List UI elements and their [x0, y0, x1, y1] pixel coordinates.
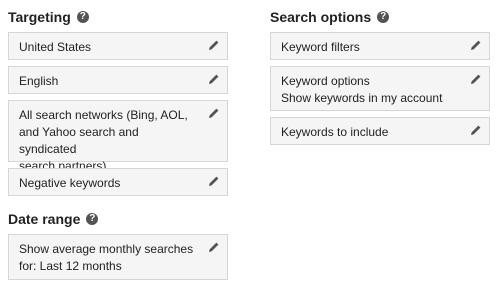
pencil-icon[interactable]: [208, 39, 220, 51]
help-icon[interactable]: ?: [86, 213, 99, 225]
card-label: English: [19, 74, 59, 88]
search-options-title-text: Search options: [270, 9, 372, 25]
targeting-title: Targeting ?: [8, 9, 89, 25]
pencil-icon[interactable]: [208, 241, 220, 253]
pencil-icon[interactable]: [470, 39, 482, 51]
pencil-icon[interactable]: [470, 124, 482, 136]
date-range-title-text: Date range: [8, 211, 81, 227]
search-options-title: Search options ?: [270, 9, 390, 25]
pencil-icon[interactable]: [208, 175, 220, 187]
targeting-networks-card[interactable]: All search networks (Bing, AOL, and Yaho…: [8, 100, 228, 173]
targeting-language-card[interactable]: English: [8, 66, 228, 94]
targeting-location-card[interactable]: United States: [8, 32, 228, 60]
keywords-to-include-card[interactable]: Keywords to include: [270, 117, 490, 145]
keyword-filters-card[interactable]: Keyword filters: [270, 32, 490, 60]
card-label: Negative keywords: [19, 176, 121, 190]
help-icon[interactable]: ?: [76, 11, 89, 23]
help-icon[interactable]: ?: [377, 11, 390, 23]
pencil-icon[interactable]: [208, 107, 220, 119]
date-range-card[interactable]: Show average monthly searches for: Last …: [8, 234, 228, 280]
card-label: Keywords to include: [281, 125, 389, 139]
pencil-icon[interactable]: [470, 73, 482, 85]
pencil-icon[interactable]: [208, 73, 220, 85]
card-label: All search networks (Bing, AOL, and Yaho…: [19, 108, 188, 173]
card-label: United States: [19, 40, 92, 54]
date-range-title: Date range ?: [8, 211, 99, 227]
card-label: Keyword filters: [281, 40, 360, 54]
card-label: Keyword options Show keywords in my acco…: [281, 74, 443, 105]
targeting-title-text: Targeting: [8, 9, 71, 25]
card-label: Show average monthly searches for: Last …: [19, 242, 194, 273]
keyword-options-card[interactable]: Keyword options Show keywords in my acco…: [270, 66, 490, 111]
targeting-negative-keywords-card[interactable]: Negative keywords: [8, 168, 228, 196]
